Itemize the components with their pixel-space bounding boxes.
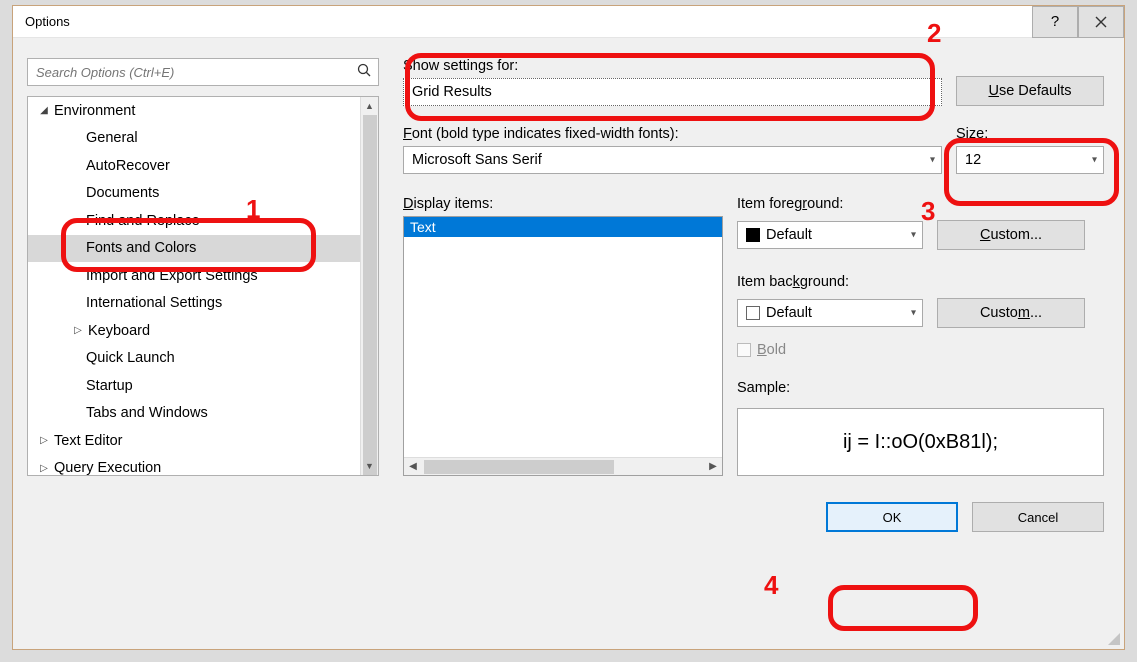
options-dialog: Options ? ◢Environment General AutoRecover… [12,5,1125,650]
chevron-down-icon: ▾ [1092,155,1097,166]
tree-item-fonts-and-colors[interactable]: Fonts and Colors [28,235,360,263]
tree-item-keyboard[interactable]: ▷Keyboard [28,317,360,345]
item-fg-label: Item foreground: [737,196,1104,212]
close-button[interactable] [1078,6,1124,38]
scroll-down-icon[interactable]: ▼ [361,457,378,475]
tree-vscrollbar[interactable]: ▲ ▼ [360,97,378,475]
display-items-col: Display items: Text ◀ ▶ [403,196,723,476]
close-icon [1095,16,1107,28]
ok-button[interactable]: OK [826,502,958,532]
window-title: Options [25,14,1032,29]
dialog-footer: OK Cancel [13,488,1124,540]
color-swatch [746,306,760,320]
chevron-down-icon: ▾ [911,230,916,241]
tree-item-text-editor[interactable]: ▷Text Editor [28,427,360,455]
bold-label: Bold [757,342,786,358]
scroll-thumb[interactable] [424,460,614,474]
color-col: Item foreground: Default ▾ Custom... Ite… [737,196,1104,476]
tree-item-label: Import and Export Settings [84,268,258,284]
tree-item-label: AutoRecover [84,158,170,174]
tree-item-label: Quick Launch [84,350,175,366]
custom-fg-button[interactable]: Custom... [937,220,1085,250]
tree-item-label: Find and Replace [84,213,200,229]
search-input[interactable] [36,65,357,80]
sample-box: ij = I::oO(0xB81l); [737,408,1104,476]
show-settings-value: Grid Results [412,84,492,100]
scroll-up-icon[interactable]: ▲ [361,97,378,115]
search-box[interactable] [27,58,379,86]
sample-label: Sample: [737,380,1104,396]
item-bg-value: Default [766,305,812,321]
titlebar: Options ? [13,6,1124,38]
size-label: Size: [956,126,1104,142]
bold-checkbox: Bold [737,342,1104,358]
caret-down-icon: ◢ [36,105,52,116]
category-tree: ◢Environment General AutoRecover Documents F… [27,96,379,476]
checkbox-box [737,343,751,357]
caret-right-icon: ▷ [36,435,52,446]
font-value: Microsoft Sans Serif [412,152,542,168]
dialog-body: ◢Environment General AutoRecover Documents F… [13,38,1124,488]
chevron-down-icon: ▾ [930,155,935,166]
tree-list[interactable]: ◢Environment General AutoRecover Documents F… [28,97,360,475]
chevron-down-icon: ▾ [911,308,916,319]
size-combo[interactable]: 12 ▾ [956,146,1104,174]
tree-item-startup[interactable]: Startup [28,372,360,400]
tree-item-import-and-export-settings[interactable]: Import and Export Settings [28,262,360,290]
help-button[interactable]: ? [1032,6,1078,38]
tree-item-tabs-and-windows[interactable]: Tabs and Windows [28,400,360,428]
font-label: Font (bold type indicates fixed-width fo… [403,126,942,142]
search-icon [357,63,372,82]
tree-item-label: Environment [52,103,135,119]
display-items-label: Display items: [403,196,723,212]
tree-item-label: Startup [84,378,133,394]
tree-item-find-and-replace[interactable]: Find and Replace [28,207,360,235]
custom-bg-button[interactable]: Custom... [937,298,1085,328]
tree-item-label: Text Editor [52,433,123,449]
tree-item-label: International Settings [84,295,222,311]
caret-right-icon: ▷ [36,463,52,474]
scroll-left-icon[interactable]: ◀ [404,461,422,472]
tree-item-label: Documents [84,185,159,201]
caret-right-icon: ▷ [70,325,86,336]
tree-item-label: Query Execution [52,460,161,475]
tree-item-general[interactable]: General [28,125,360,153]
tree-item-autorecover[interactable]: AutoRecover [28,152,360,180]
left-column: ◢Environment General AutoRecover Documents F… [27,58,379,476]
tree-item-international-settings[interactable]: International Settings [28,290,360,318]
tree-item-environment[interactable]: ◢Environment [28,97,360,125]
font-combo[interactable]: Microsoft Sans Serif ▾ [403,146,942,174]
color-swatch [746,228,760,242]
cancel-button[interactable]: Cancel [972,502,1104,532]
size-value: 12 [965,152,981,168]
tree-item-documents[interactable]: Documents [28,180,360,208]
show-settings-combo[interactable]: Grid Results ▾ [403,78,942,106]
use-defaults-button[interactable]: UUse Defaultsse Defaults [956,76,1104,106]
tree-item-label: Keyboard [86,323,150,339]
tree-item-label: Fonts and Colors [84,240,196,256]
list-hscrollbar[interactable]: ◀ ▶ [404,457,722,475]
tree-item-query-execution[interactable]: ▷Query Execution [28,455,360,476]
item-fg-combo[interactable]: Default ▾ [737,221,923,249]
show-settings-label: Show settings for: [403,58,942,74]
item-bg-combo[interactable]: Default ▾ [737,299,923,327]
tree-item-label: Tabs and Windows [84,405,208,421]
item-fg-value: Default [766,227,812,243]
right-column: Show settings for: Grid Results ▾ UUse D… [403,58,1104,476]
display-items-list[interactable]: Text ◀ ▶ [403,216,723,476]
item-bg-label: Item background: [737,274,1104,290]
list-item[interactable]: Text [404,217,722,237]
tree-item-label: General [84,130,138,146]
tree-item-quick-launch[interactable]: Quick Launch [28,345,360,373]
scroll-right-icon[interactable]: ▶ [704,461,722,472]
scroll-thumb[interactable] [363,115,377,476]
resize-grip-icon[interactable] [1106,631,1120,645]
chevron-down-icon: ▾ [930,87,935,98]
